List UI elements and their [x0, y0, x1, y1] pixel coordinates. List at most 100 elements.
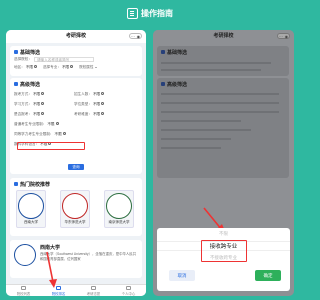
picker-option[interactable]: 不限 — [157, 231, 290, 237]
settings-icon — [62, 131, 66, 135]
tab-label: 院校列表 — [16, 291, 31, 296]
cancel-button[interactable]: 取消 — [169, 270, 195, 281]
close-icon[interactable]: ◉ — [285, 34, 289, 39]
dimmed-placeholder — [161, 69, 261, 71]
university-card[interactable]: 南京师范大学 — [104, 190, 134, 228]
tab-label: 考研志愿 — [86, 291, 101, 296]
university-name: 华东师范大学 — [64, 220, 86, 224]
filter-label: 招生人数： — [74, 91, 92, 96]
adv-row: 是否报考：不限 考研难度：不限 — [14, 111, 138, 117]
filter-label: 同等学力考生专业限制： — [14, 131, 54, 136]
filter-enrollment[interactable]: 招生人数：不限 — [74, 91, 105, 97]
dimmed-basic-filter: 基础筛选 — [157, 46, 289, 76]
list-icon — [21, 285, 26, 290]
filter-value: 不限 — [54, 131, 62, 136]
dimmed-placeholder — [161, 111, 279, 113]
dropdown-icon — [33, 64, 37, 68]
dimmed-advanced-title: 高级筛选 — [167, 81, 188, 88]
basic-filter-heading: 基础筛选 — [14, 48, 138, 56]
mini-program-capsule[interactable]: ··· ◉ — [277, 33, 290, 39]
settings-icon — [101, 91, 105, 95]
filter-icon — [14, 82, 18, 86]
tab-application[interactable]: 考研志愿 — [86, 285, 101, 296]
university-card[interactable]: 西南大学 — [16, 190, 46, 228]
filter-label: 学习方式： — [14, 101, 32, 106]
settings-icon — [101, 101, 105, 105]
filter-exam-method[interactable]: 报考方式：不限 — [14, 91, 74, 97]
filter-attribute[interactable]: 院校属性 — [79, 64, 97, 70]
hot-universities-panel: 热门院校推荐 西南大学 华东师范大学 南京师范大学 — [10, 178, 142, 236]
highlight-box — [17, 142, 85, 150]
university-card[interactable]: 华东师范大学 — [60, 190, 90, 228]
filter-icon — [14, 50, 18, 54]
dimmed-basic-heading: 基础筛选 — [161, 48, 285, 56]
guide-title: 操作指南 — [141, 8, 173, 18]
more-icon[interactable]: ··· — [279, 34, 283, 39]
tab-label: 个人中心 — [121, 291, 136, 296]
dimmed-placeholder — [161, 147, 221, 149]
adv-row: 普通考生专业限制：不限 — [14, 121, 138, 127]
filter-icon — [161, 82, 165, 86]
filter-attribute-label: 院校属性 — [79, 64, 94, 69]
rank-icon — [14, 182, 18, 186]
confirm-button[interactable]: 确定 — [255, 270, 281, 281]
highlight-box — [201, 240, 247, 262]
basic-filter-title: 基础筛选 — [20, 49, 41, 56]
school-search-label: 选择院校： — [14, 56, 32, 61]
tab-university-list[interactable]: 院校列表 — [16, 285, 31, 296]
document-icon — [91, 285, 96, 290]
filter-apply-status[interactable]: 是否报考：不限 — [14, 111, 74, 117]
adv-row: 报考方式：不限 招生人数：不限 — [14, 91, 138, 97]
more-icon[interactable]: ··· — [131, 34, 135, 39]
right-app-title: 考研择校 — [153, 30, 294, 43]
tab-profile[interactable]: 个人中心 — [121, 285, 136, 296]
settings-icon — [41, 111, 45, 115]
school-search-row: 选择院校： 请输入名称或者简写 — [14, 56, 138, 62]
featured-university-card[interactable]: 西南大学 西南大学（Southwest University），坐落在重庆，是中… — [10, 240, 142, 278]
basic-filter-panel: 基础筛选 选择院校： 请输入名称或者简写 地区：不限 选择专业：不限 院校属性 — [10, 46, 142, 76]
filter-label: 学位类型： — [74, 101, 92, 106]
advanced-filter-heading: 高级筛选 — [14, 80, 138, 88]
advanced-filter-panel: 高级筛选 报考方式：不限 招生人数：不限 学习方式：不限 学位类型：不限 是否报… — [10, 78, 142, 174]
filter-value: 不限 — [32, 101, 41, 106]
university-logo — [18, 193, 44, 219]
filter-degree-type[interactable]: 学位类型：不限 — [74, 101, 105, 107]
filter-region-value: 不限 — [25, 64, 33, 69]
filter-difficulty[interactable]: 考研难度：不限 — [74, 111, 105, 117]
dropdown-icon — [70, 64, 74, 68]
dimmed-placeholder — [161, 93, 279, 95]
filter-value: 不限 — [92, 101, 101, 106]
hot-universities-title: 热门院校推荐 — [20, 181, 51, 188]
dimmed-placeholder — [161, 62, 271, 64]
dimmed-placeholder — [161, 138, 231, 140]
university-logo — [62, 193, 88, 219]
school-search-input[interactable]: 请输入名称或者简写 — [33, 56, 94, 62]
dimmed-placeholder — [161, 102, 279, 104]
guide-icon — [127, 7, 138, 19]
tab-label: 院校排名 — [51, 291, 66, 296]
filter-study-mode[interactable]: 学习方式：不限 — [14, 101, 74, 107]
settings-icon — [55, 121, 59, 125]
close-icon[interactable]: ◉ — [137, 34, 141, 39]
filter-regular-major-limit[interactable]: 普通考生专业限制：不限 — [14, 121, 59, 127]
filter-label: 考研难度： — [74, 111, 92, 116]
query-button[interactable]: 查询 — [68, 164, 84, 170]
filter-equivalent-major-limit[interactable]: 同等学力考生专业限制：不限 — [14, 131, 66, 137]
advanced-filter-title: 高级筛选 — [20, 81, 41, 88]
mini-program-capsule[interactable]: ··· ◉ — [129, 33, 142, 39]
red-arrow-icon — [46, 251, 57, 288]
university-logo — [14, 244, 36, 266]
dimmed-basic-title: 基础筛选 — [167, 49, 188, 56]
dimmed-placeholder — [161, 129, 251, 131]
filter-major[interactable]: 选择专业：不限 — [43, 64, 74, 70]
filter-value: 不限 — [32, 91, 41, 96]
filter-label: 是否报考： — [14, 111, 32, 116]
adv-row: 学习方式：不限 学位类型：不限 — [14, 101, 138, 107]
filter-region[interactable]: 地区：不限 — [14, 64, 37, 70]
settings-icon — [41, 101, 45, 105]
adv-row: 同等学力考生专业限制：不限 — [14, 131, 138, 137]
dimmed-advanced-heading: 高级筛选 — [161, 80, 285, 88]
filter-value: 不限 — [92, 111, 101, 116]
filter-label: 普通考生专业限制： — [14, 121, 47, 126]
university-name: 南京师范大学 — [108, 220, 130, 224]
